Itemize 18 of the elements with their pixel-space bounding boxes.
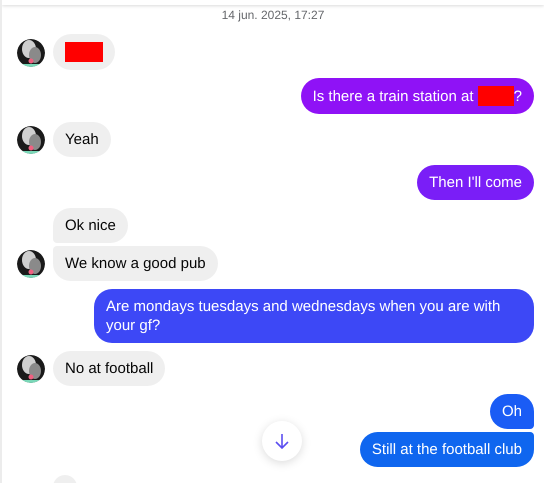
message-bubble: We know a good pub — [53, 246, 218, 281]
arrow-down-icon — [275, 433, 289, 449]
message-bubble: Ok nice — [53, 208, 128, 243]
avatar[interactable] — [17, 250, 45, 278]
avatar[interactable] — [17, 126, 45, 154]
message-bubble: No at football — [53, 351, 166, 386]
redaction-mark — [65, 42, 103, 62]
message-bubble: Still at the football club — [360, 432, 534, 467]
scroll-down-button[interactable] — [262, 421, 302, 461]
message-bubble: Is there a train station at ? — [300, 78, 534, 114]
avatar[interactable] — [17, 355, 45, 383]
redaction-mark — [478, 86, 514, 106]
timestamp: 14 jun. 2025, 17:27 — [220, 8, 326, 22]
message-bubble: Are mondays tuesdays and wednesdays when you are with your gf? — [94, 289, 534, 343]
avatar[interactable] — [17, 39, 45, 67]
message-bubble: Oh — [490, 394, 534, 429]
message-bubble: Then I'll come — [417, 165, 534, 200]
message-bubble: Yeah — [53, 122, 111, 157]
